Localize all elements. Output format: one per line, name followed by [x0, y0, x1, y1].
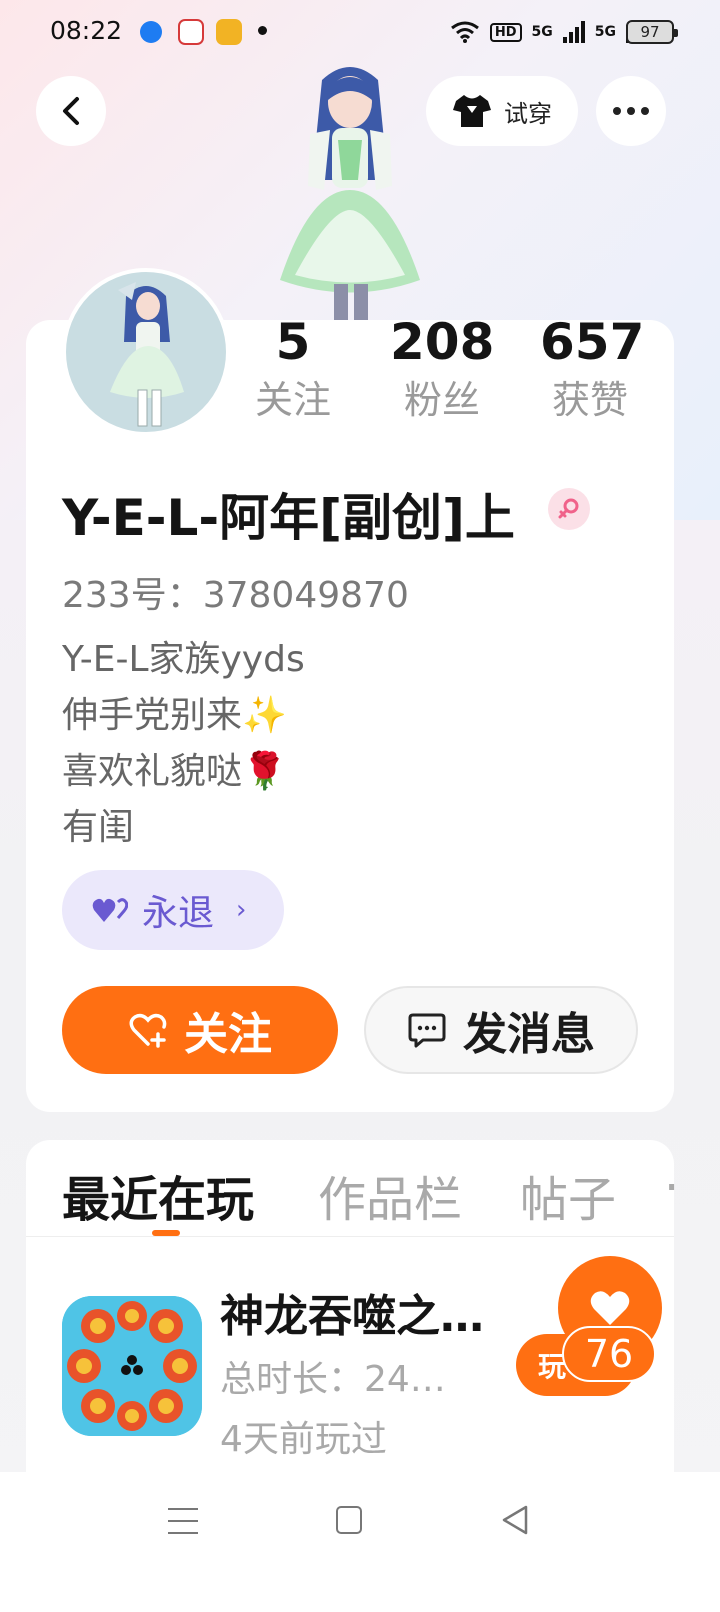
network-type: 5G — [531, 24, 553, 40]
status-indicators: HD 5G 5G — [450, 18, 648, 46]
signal-icon — [562, 21, 585, 43]
stat-likes-label: 获赞 — [551, 378, 628, 422]
follow-button[interactable]: 关注 — [62, 986, 338, 1074]
avatar[interactable] — [62, 268, 230, 436]
heart-plus-icon — [129, 1013, 167, 1048]
more-button[interactable] — [596, 76, 666, 146]
recent-apps-icon[interactable] — [168, 1508, 198, 1534]
status-time: 08:22 — [50, 16, 123, 45]
double-heart-icon — [92, 898, 128, 922]
tab-overflow[interactable]: · — [664, 1160, 679, 1216]
game-last-played: 4天前玩过 — [220, 1419, 387, 1460]
app-notification-icon — [140, 21, 162, 43]
app-notification-icon — [216, 19, 242, 45]
avatar-character-icon — [110, 282, 184, 427]
tshirt-icon — [453, 95, 491, 127]
follow-label: 关注 — [184, 1009, 272, 1060]
try-on-label: 试穿 — [504, 99, 552, 128]
message-button[interactable]: 发消息 — [364, 986, 638, 1074]
stat-fans[interactable]: 208 粉丝 — [390, 310, 494, 426]
battery-icon: 97 — [626, 20, 678, 44]
bio-line: 有闺 — [62, 807, 135, 848]
stat-following-label: 关注 — [254, 378, 331, 422]
message-label: 发消息 — [463, 1009, 595, 1060]
stat-following-value: 5 — [275, 313, 311, 371]
tab-posts[interactable]: 帖子 — [520, 1160, 616, 1230]
stat-fans-label: 粉丝 — [403, 378, 480, 422]
home-icon[interactable] — [336, 1506, 362, 1534]
more-notifications-dot — [258, 26, 267, 35]
more-icon — [613, 107, 621, 115]
tab-recently-played[interactable]: 最近在玩 — [62, 1160, 254, 1230]
relationship-badge[interactable]: 永退 › — [62, 870, 284, 950]
hd-badge: HD — [489, 22, 522, 42]
divider — [26, 1236, 674, 1237]
heart-icon — [590, 1291, 630, 1325]
like-count: 76 — [562, 1326, 656, 1382]
stat-likes[interactable]: 657 获赞 — [540, 310, 645, 426]
try-on-button[interactable]: 试穿 — [426, 76, 578, 146]
badge-label: 永退 — [142, 893, 215, 934]
game-play-time: 总时长：24… — [220, 1359, 446, 1400]
nickname: Y-E-L-阿年[副创]上 — [62, 489, 515, 547]
character-figure — [280, 67, 420, 330]
bio-line: Y-E-L家族yyds — [62, 639, 305, 680]
user-id: 233号：378049870 — [62, 575, 409, 616]
network-type: 5G — [594, 24, 616, 40]
back-triangle-icon[interactable] — [500, 1504, 530, 1536]
system-nav-bar — [0, 1472, 720, 1612]
chevron-right-icon: › — [236, 895, 247, 925]
bio: Y-E-L家族yyds 伸手党别来✨ 喜欢礼貌哒🌹 有闺 — [62, 632, 305, 856]
wifi-icon — [450, 21, 479, 43]
chat-bubble-icon — [408, 1013, 446, 1048]
game-icon[interactable] — [62, 1296, 202, 1436]
back-chevron-icon — [63, 97, 79, 125]
dragon-game-icon — [62, 1296, 202, 1436]
bio-line: 伸手党别来✨ — [62, 695, 287, 736]
status-bar: 08:22 HD 5G 5G 97 — [0, 0, 720, 64]
stat-following[interactable]: 5 关注 — [250, 310, 336, 426]
bio-line: 喜欢礼貌哒🌹 — [62, 751, 287, 792]
game-title[interactable]: 神龙吞噬之… — [220, 1280, 484, 1344]
female-gender-icon — [548, 488, 590, 530]
app-notification-icon — [178, 19, 204, 45]
tab-works[interactable]: 作品栏 — [318, 1160, 462, 1230]
stat-likes-value: 657 — [540, 313, 645, 371]
back-button[interactable] — [36, 76, 106, 146]
stat-fans-value: 208 — [390, 313, 495, 371]
